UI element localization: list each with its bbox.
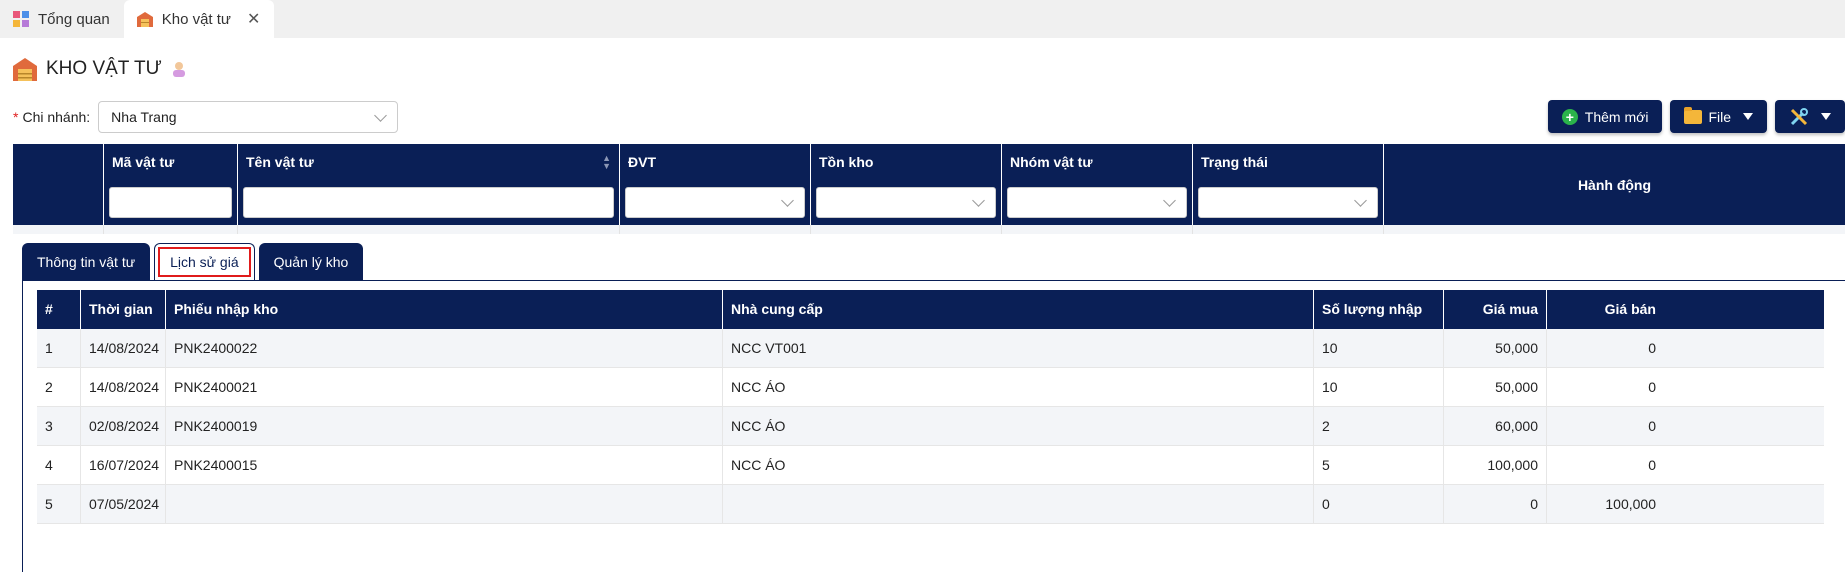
sort-icon[interactable]: ▲ ▼ [602, 154, 611, 171]
chevron-down-icon [1354, 194, 1367, 207]
file-label: File [1708, 108, 1731, 125]
main-content: KHO VẬT TƯ * Chi nhánh: Nha Trang + Thêm… [0, 38, 1845, 572]
column-quantity: Số lượng nhập [1313, 290, 1443, 329]
branch-select[interactable]: Nha Trang [98, 101, 399, 133]
filter-trang-thai-select[interactable] [1198, 187, 1378, 218]
tab-lich-su-gia[interactable]: Lịch sử giá [154, 243, 255, 280]
warehouse-icon [136, 12, 153, 27]
tab-quan-ly-kho[interactable]: Quản lý kho [258, 243, 364, 280]
folder-icon [1684, 106, 1703, 124]
table-row[interactable]: 4 16/07/2024 PNK2400015 NCC ÁO 5 100,000… [37, 446, 1824, 485]
tab-label: Tổng quan [38, 10, 110, 28]
add-new-label: Thêm mới [1584, 108, 1649, 125]
tools-menu-button[interactable] [1775, 100, 1845, 133]
close-icon[interactable]: ✕ [247, 9, 260, 29]
column-index: # [45, 301, 53, 317]
chevron-down-icon [374, 108, 388, 122]
table-row[interactable]: 3 02/08/2024 PNK2400019 NCC ÁO 2 60,000 … [37, 407, 1824, 446]
price-history-table: # Thời gian Phiếu nhập kho Nhà cung cấp … [37, 290, 1824, 524]
page-title-text: KHO VẬT TƯ [46, 58, 162, 79]
filter-nhom-vat-tu-select[interactable] [1007, 187, 1187, 218]
user-icon [172, 62, 185, 77]
dashboard-icon [13, 11, 29, 27]
column-supplier: Nhà cung cấp [722, 290, 1313, 329]
branch-label: Chi nhánh: [22, 109, 91, 125]
column-ten-vat-tu[interactable]: Tên vật tư ▲ ▼ [237, 144, 619, 225]
app: Tổng quan Kho vật tư ✕ KHO VẬT TƯ * Chi … [0, 0, 1845, 572]
tab-thong-tin-vat-tu[interactable]: Thông tin vật tư [22, 243, 151, 280]
table-row[interactable]: 2 14/08/2024 PNK2400021 NCC ÁO 10 50,000… [37, 368, 1824, 407]
tab-tong-quan[interactable]: Tổng quan [0, 0, 124, 38]
column-dvt: ĐVT [619, 144, 810, 225]
column-time: Thời gian [80, 290, 165, 329]
branch-value: Nha Trang [111, 109, 177, 125]
tab-label: Kho vật tư [161, 10, 231, 28]
column-sale-price: Giá bán [1546, 290, 1664, 329]
column-ton-kho: Tồn kho [810, 144, 1001, 225]
filter-ton-kho-select[interactable] [816, 187, 996, 218]
column-trang-thai: Trạng thái [1192, 144, 1383, 225]
filter-dvt-select[interactable] [625, 187, 805, 218]
table-row[interactable]: 5 07/05/2024 0 0 100,000 [37, 485, 1824, 524]
row-detail: Thông tin vật tư Lịch sử giá Quản lý kho… [13, 234, 1845, 572]
price-history-header: # Thời gian Phiếu nhập kho Nhà cung cấp … [37, 290, 1824, 329]
table-row[interactable]: 1 14/08/2024 PNK2400022 NCC VT001 10 50,… [37, 329, 1824, 368]
required-mark: * [13, 109, 19, 125]
column-receipt: Phiếu nhập kho [165, 290, 722, 329]
page-title: KHO VẬT TƯ [12, 56, 188, 82]
tab-kho-vat-tu[interactable]: Kho vật tư ✕ [123, 0, 275, 38]
column-hanh-dong: Hành động [1383, 144, 1845, 225]
price-history-panel: # Thời gian Phiếu nhập kho Nhà cung cấp … [22, 280, 1845, 572]
chevron-down-icon [1163, 194, 1176, 207]
tools-icon [1790, 107, 1808, 125]
caret-down-icon [1821, 113, 1831, 120]
tab-highlight: Lịch sử giá [158, 247, 251, 277]
expand-column-header [13, 144, 103, 225]
file-menu-button[interactable]: File [1670, 100, 1767, 133]
top-tab-bar: Tổng quan Kho vật tư ✕ [0, 0, 1845, 38]
add-new-button[interactable]: + Thêm mới [1547, 100, 1663, 133]
warehouse-icon [13, 58, 37, 81]
toolbar: + Thêm mới File [1540, 100, 1845, 133]
chevron-down-icon [972, 194, 985, 207]
plus-icon: + [1561, 108, 1578, 125]
price-history-rows: 1 14/08/2024 PNK2400022 NCC VT001 10 50,… [37, 329, 1824, 524]
caret-down-icon [1743, 113, 1753, 120]
grid-header: Mã vật tư Tên vật tư ▲ ▼ ĐVT Tồn kho Nhó… [13, 144, 1845, 225]
column-purchase-price: Giá mua [1443, 290, 1546, 329]
filter-ten-vat-tu-input[interactable] [243, 187, 614, 218]
column-nhom-vat-tu: Nhóm vật tư [1001, 144, 1192, 225]
filter-ma-vat-tu-input[interactable] [109, 187, 232, 218]
branch-filter: * Chi nhánh: Nha Trang [13, 101, 399, 133]
detail-tabs: Thông tin vật tư Lịch sử giá Quản lý kho [22, 243, 367, 280]
chevron-down-icon [781, 194, 794, 207]
column-ma-vat-tu: Mã vật tư [103, 144, 237, 225]
